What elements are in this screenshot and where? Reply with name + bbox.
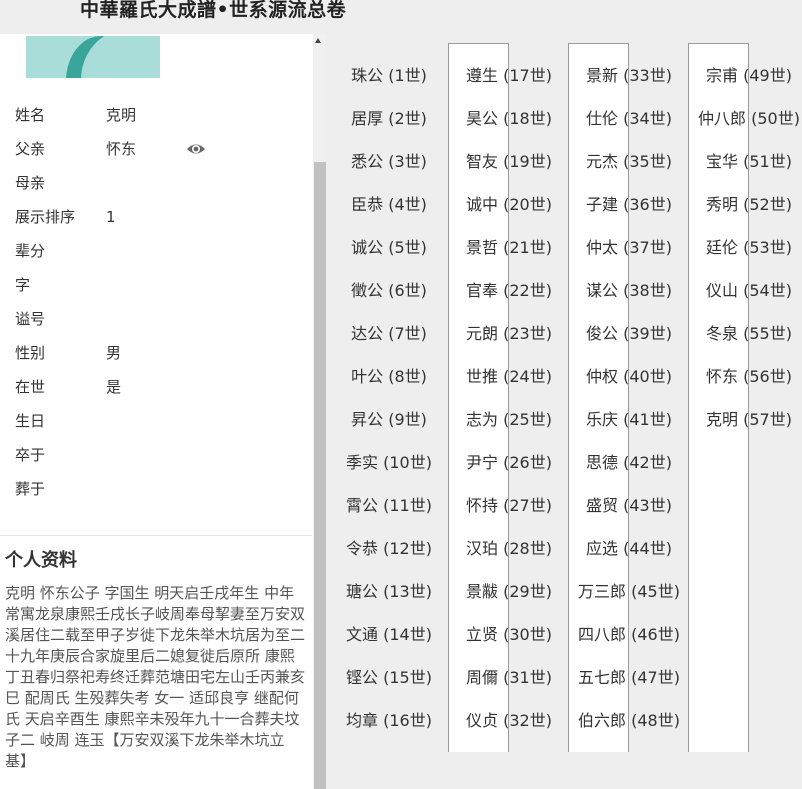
generation-item[interactable]: 景哲 (21世) — [464, 233, 554, 263]
field-label: 在世 — [15, 378, 46, 396]
generation-item[interactable]: 汉珀 (28世) — [464, 534, 554, 564]
field-label: 展示排序 — [15, 208, 76, 226]
field-label: 生日 — [15, 412, 46, 430]
field-label: 辈分 — [15, 242, 46, 260]
page-title: 中華羅氏大成譜•世系源流总卷 — [80, 0, 347, 21]
generation-item[interactable]: 景新 (33世) — [584, 61, 674, 91]
profile-section-title: 个人资料 — [5, 550, 77, 571]
divider — [0, 535, 312, 536]
field-label: 谥号 — [15, 310, 46, 328]
generation-item[interactable]: 遵生 (17世) — [464, 61, 554, 91]
generation-item[interactable]: 居厚 (2世) — [349, 104, 429, 134]
generation-item[interactable]: 四八郎 (46世) — [576, 620, 682, 650]
generation-item[interactable]: 克明 (57世) — [704, 405, 794, 435]
scrollbar-thumb[interactable] — [314, 162, 326, 789]
field-courtesy-name: 字 — [15, 273, 305, 297]
generation-item[interactable]: 智友 (19世) — [464, 147, 554, 177]
profile-text: 克明 怀东公子 字国生 明天启壬戌年生 中年常寓龙泉康熙壬戌长子岐周奉母挈妻至万… — [5, 584, 306, 770]
lineage-panel: 珠公 (1世) 居厚 (2世) 悉公 (3世) 臣恭 (4世) 诚公 (5世) 徵公 (6… — [327, 34, 802, 789]
generation-item[interactable]: 霄公 (11世) — [344, 491, 434, 521]
generation-item[interactable]: 仲八郎 (50世) — [696, 104, 802, 134]
generation-item[interactable]: 仲太 (37世) — [584, 233, 674, 263]
generation-item[interactable]: 景黻 (29世) — [464, 577, 554, 607]
generation-item[interactable]: 臣恭 (4世) — [349, 190, 429, 220]
field-label: 姓名 — [15, 106, 46, 124]
field-value: 1 — [106, 208, 116, 226]
generation-item[interactable]: 立贤 (30世) — [464, 620, 554, 650]
field-value: 是 — [106, 378, 122, 396]
field-label: 卒于 — [15, 446, 46, 464]
header-bar: 中華羅氏大成譜•世系源流总卷 — [0, 0, 802, 34]
scroll-up-arrow-icon[interactable] — [315, 38, 321, 43]
generation-item[interactable]: 宝华 (51世) — [704, 147, 794, 177]
person-detail-panel: 姓名 克明 父亲 怀东 母亲 展示排序 1 辈分 字 谥号 性别 男 在世 是 — [0, 34, 312, 789]
field-label: 字 — [15, 276, 31, 294]
field-label: 母亲 — [15, 174, 46, 192]
generation-item[interactable]: 仲权 (40世) — [584, 362, 674, 392]
generation-item[interactable]: 冬泉 (55世) — [704, 319, 794, 349]
generation-item[interactable]: 乐庆 (41世) — [584, 405, 674, 435]
field-gender: 性别 男 — [15, 341, 305, 365]
generation-item[interactable]: 悉公 (3世) — [349, 147, 429, 177]
generation-item[interactable]: 铿公 (15世) — [344, 663, 434, 693]
field-father: 父亲 怀东 — [15, 137, 305, 161]
generation-item[interactable]: 子建 (36世) — [584, 190, 674, 220]
generation-item[interactable]: 仕伦 (34世) — [584, 104, 674, 134]
generation-item[interactable]: 廷伦 (53世) — [704, 233, 794, 263]
field-name: 姓名 克明 — [15, 103, 305, 127]
field-value: 怀东 — [106, 140, 137, 158]
generation-item[interactable]: 昊公 (18世) — [464, 104, 554, 134]
generation-item[interactable]: 珠公 (1世) — [349, 61, 429, 91]
generation-item[interactable]: 志为 (25世) — [464, 405, 554, 435]
generation-item[interactable]: 元杰 (35世) — [584, 147, 674, 177]
generation-item[interactable]: 令恭 (12世) — [344, 534, 434, 564]
generation-item[interactable]: 五七郎 (47世) — [576, 663, 682, 693]
generation-item[interactable]: 叶公 (8世) — [349, 362, 429, 392]
generation-item[interactable]: 怀东 (56世) — [704, 362, 794, 392]
generation-item[interactable]: 文通 (14世) — [344, 620, 434, 650]
generation-item[interactable]: 诚公 (5世) — [349, 233, 429, 263]
field-posthumous-name: 谥号 — [15, 307, 305, 331]
generation-item[interactable]: 均章 (16世) — [344, 706, 434, 736]
generation-item[interactable]: 达公 (7世) — [349, 319, 429, 349]
field-died: 卒于 — [15, 443, 305, 467]
generation-item[interactable]: 万三郎 (45世) — [576, 577, 682, 607]
eye-icon[interactable] — [186, 141, 206, 157]
generation-item[interactable]: 宗甫 (49世) — [704, 61, 794, 91]
generation-item[interactable]: 季实 (10世) — [344, 448, 434, 478]
field-label: 父亲 — [15, 140, 46, 158]
generation-item[interactable]: 谋公 (38世) — [584, 276, 674, 306]
generation-item[interactable]: 伯六郎 (48世) — [576, 706, 682, 736]
generation-item[interactable]: 秀明 (52世) — [704, 190, 794, 220]
generation-item[interactable]: 盛贸 (43世) — [584, 491, 674, 521]
person-photo — [26, 36, 160, 78]
field-value: 男 — [106, 344, 122, 362]
field-display-order: 展示排序 1 — [15, 205, 305, 229]
field-birthday: 生日 — [15, 409, 305, 433]
generation-item[interactable]: 怀持 (27世) — [464, 491, 554, 521]
field-living: 在世 是 — [15, 375, 305, 399]
generation-item[interactable]: 诚中 (20世) — [464, 190, 554, 220]
generation-item[interactable]: 世推 (24世) — [464, 362, 554, 392]
generation-item[interactable]: 徵公 (6世) — [349, 276, 429, 306]
field-value: 克明 — [106, 106, 137, 124]
generation-item[interactable]: 仪山 (54世) — [704, 276, 794, 306]
generation-item[interactable]: 俊公 (39世) — [584, 319, 674, 349]
generation-item[interactable]: 思德 (42世) — [584, 448, 674, 478]
generation-item[interactable]: 仪贞 (32世) — [464, 706, 554, 736]
generation-item[interactable]: 元朗 (23世) — [464, 319, 554, 349]
generation-item[interactable]: 官奉 (22世) — [464, 276, 554, 306]
generation-item[interactable]: 尹宁 (26世) — [464, 448, 554, 478]
field-label: 葬于 — [15, 480, 46, 498]
generation-item[interactable]: 周儞 (31世) — [464, 663, 554, 693]
field-mother: 母亲 — [15, 171, 305, 195]
generation-item[interactable]: 昇公 (9世) — [349, 405, 429, 435]
vertical-scrollbar[interactable] — [313, 34, 327, 789]
generation-item[interactable]: 瑭公 (13世) — [344, 577, 434, 607]
field-generation-name: 辈分 — [15, 239, 305, 263]
field-buried: 葬于 — [15, 477, 305, 501]
field-label: 性别 — [15, 344, 46, 362]
generation-item[interactable]: 应选 (44世) — [584, 534, 674, 564]
